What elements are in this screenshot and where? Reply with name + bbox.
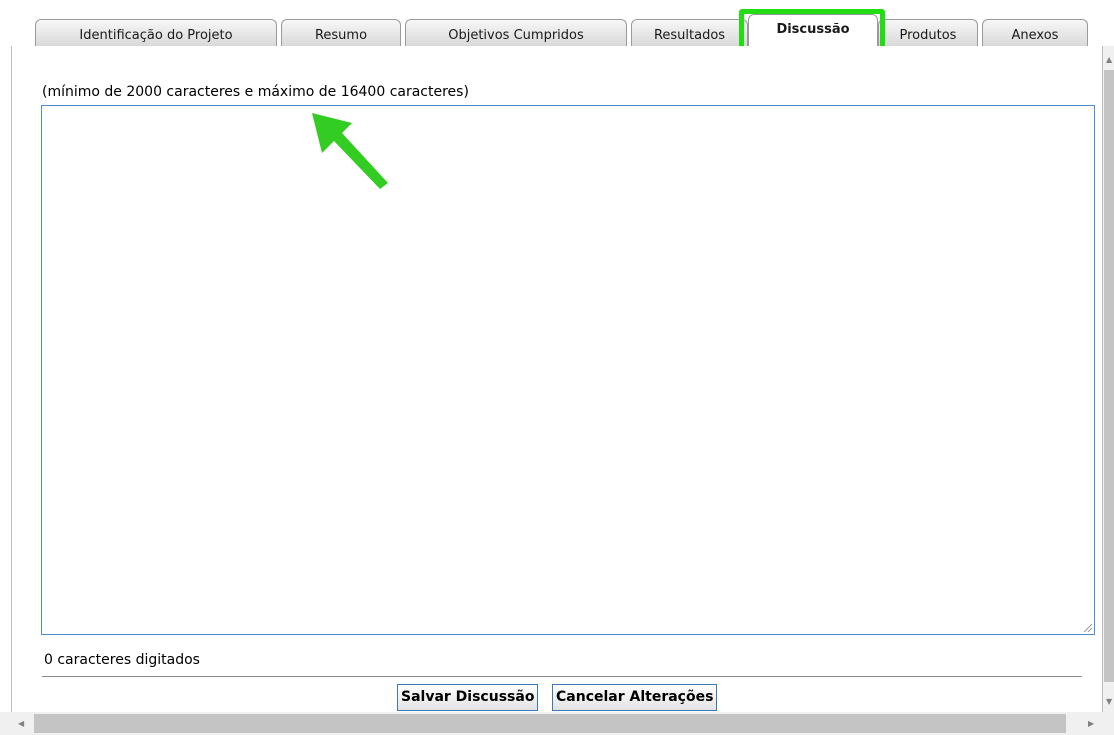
scroll-right-icon[interactable]: ▶ [1088, 720, 1094, 728]
tab-identificacao-do-projeto[interactable]: Identificação do Projeto [35, 19, 277, 46]
vertical-scroll-thumb[interactable] [1104, 70, 1114, 682]
tab-resumo[interactable]: Resumo [281, 19, 401, 46]
discussion-textarea[interactable] [41, 105, 1095, 635]
divider [42, 676, 1082, 677]
tab-resultados[interactable]: Resultados [631, 19, 748, 46]
character-counter: 0 caracteres digitados [44, 652, 200, 668]
tab-produtos[interactable]: Produtos [878, 19, 978, 46]
arrow-annotation-icon [312, 113, 388, 189]
tab-anexos[interactable]: Anexos [982, 19, 1088, 46]
scroll-up-icon[interactable]: ▲ [1106, 56, 1112, 64]
tab-objetivos-cumpridos[interactable]: Objetivos Cumpridos [405, 19, 627, 46]
scroll-down-icon[interactable]: ▼ [1106, 698, 1112, 706]
save-discussion-button[interactable]: Salvar Discussão [397, 684, 539, 711]
cancel-changes-button[interactable]: Cancelar Alterações [552, 684, 718, 711]
scroll-left-icon[interactable]: ◀ [18, 720, 24, 728]
resize-grip-icon[interactable] [1082, 622, 1092, 632]
character-limit-hint: (mínimo de 2000 caracteres e máximo de 1… [42, 84, 469, 100]
horizontal-scroll-thumb[interactable] [34, 714, 1066, 733]
